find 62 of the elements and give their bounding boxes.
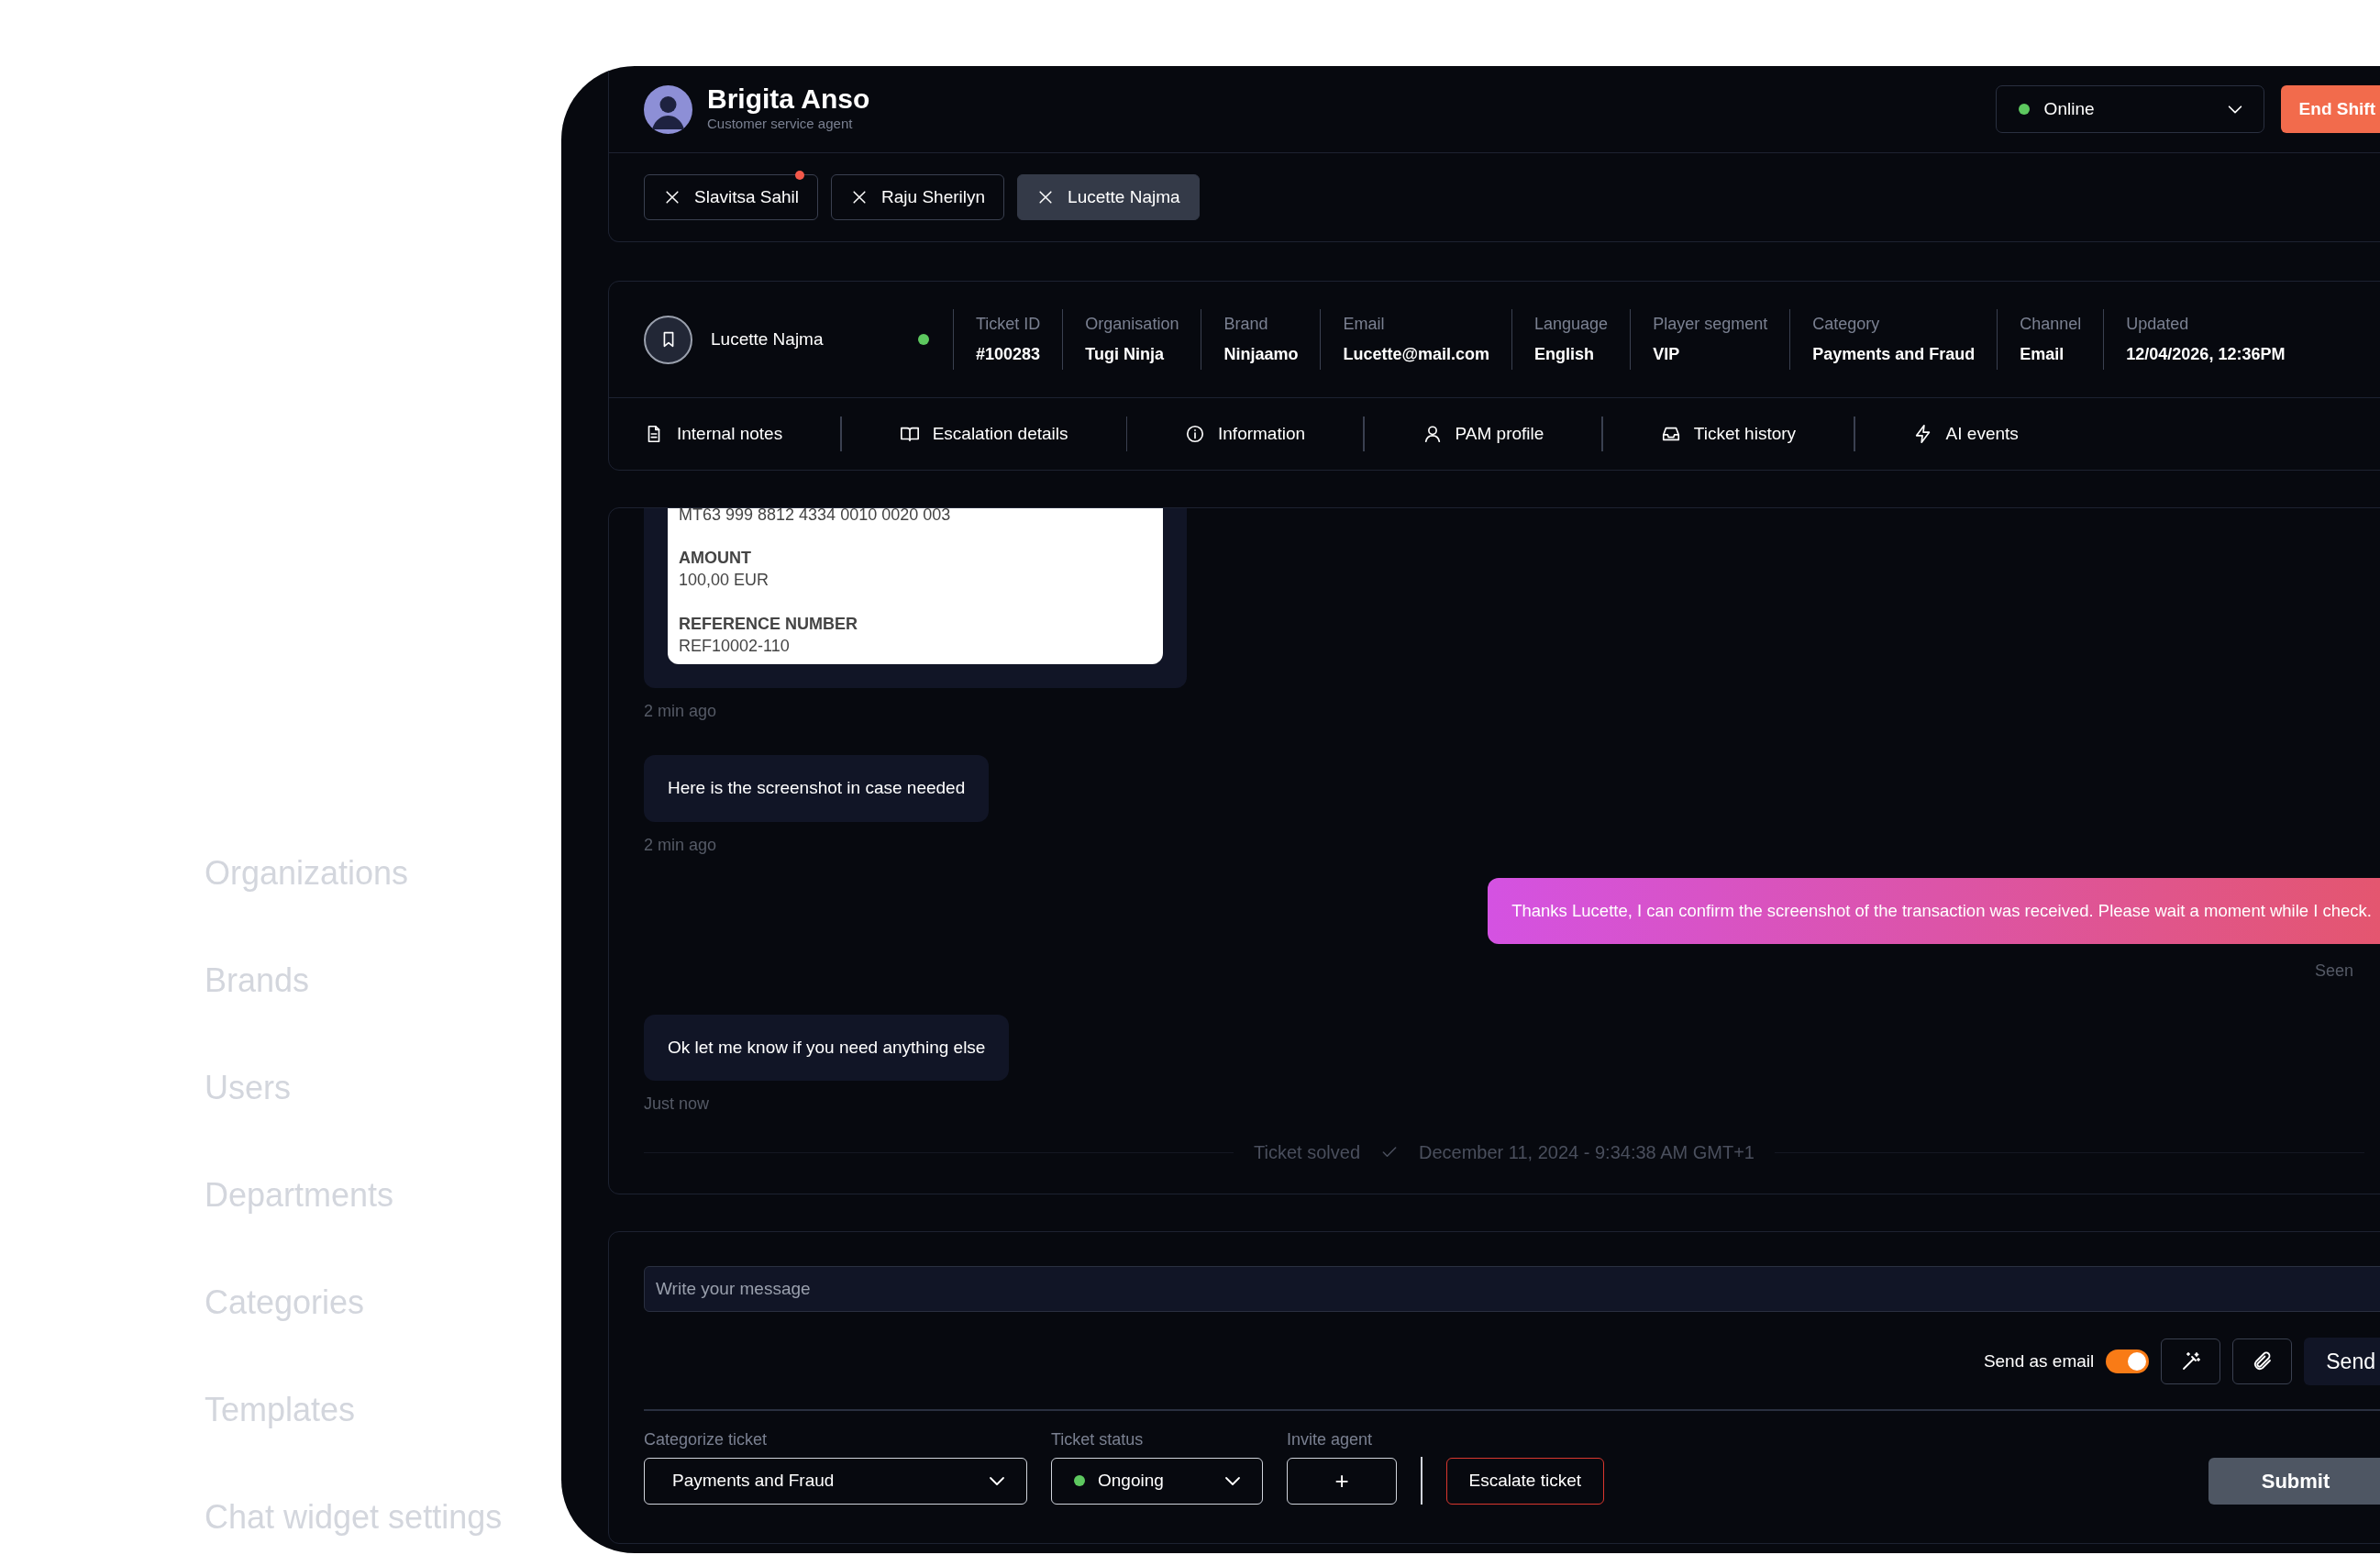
avatar-icon (644, 84, 692, 134)
document-label: AMOUNT (679, 547, 752, 569)
field-label: Ticket ID (976, 314, 1041, 335)
field-label: Invite agent (1287, 1428, 1374, 1450)
message-bubble: Thanks Lucette, I can confirm the screenshot of the transaction was received. Please wait a moment while I check. (1488, 877, 2380, 944)
status-dot (2018, 104, 2030, 115)
attach-button[interactable] (2232, 1338, 2293, 1384)
field-label: Updated (2126, 314, 2190, 335)
message-bubble: Ok let me know if you need anything else (644, 1014, 1010, 1081)
send-as-email-label: Send as email (1983, 1350, 2095, 1372)
section-tab[interactable]: Escalation details (841, 420, 1126, 448)
field-label: Organisation (1085, 314, 1179, 335)
field-label: Email (1343, 314, 1386, 335)
message-time: 2 min ago (644, 834, 718, 856)
agent-role: Customer service agent (707, 115, 854, 134)
field-label: Categorize ticket (644, 1428, 769, 1450)
document-value: 100,00 EUR (679, 570, 770, 592)
field-value: Email (2020, 344, 2065, 365)
section-tab[interactable]: Information (1127, 420, 1364, 448)
field-label: Category (1812, 314, 1881, 335)
field-value: Lucette@mail.com (1343, 344, 1490, 365)
section-tab[interactable]: Internal notes (644, 420, 841, 448)
field-value: Tugi Ninja (1085, 344, 1165, 365)
category-select[interactable]: Payments and Fraud (644, 1457, 1027, 1505)
customer-name: Lucette Najma (711, 328, 824, 350)
send-button[interactable]: Send (2304, 1338, 2380, 1385)
chat-tab[interactable]: Raju Sherilyn (831, 174, 1005, 220)
message-bubble: Here is the screenshot in case needed (644, 755, 990, 822)
message-field[interactable]: Write your message (644, 1266, 2380, 1312)
event-date: December 11, 2024 - 9:34:38 AM GMT+1 (1419, 1141, 1755, 1164)
section-tab[interactable]: Ticket history (1602, 420, 1854, 448)
invite-agent-button[interactable]: + (1287, 1457, 1397, 1505)
status-select[interactable]: Ongoing (1051, 1457, 1263, 1505)
message-time: Just now (644, 1094, 711, 1115)
escalate-button[interactable]: Escalate ticket (1445, 1457, 1604, 1505)
magic-wand-button[interactable] (2161, 1338, 2221, 1384)
field-label: Channel (2020, 314, 2082, 335)
document-value: MT63 999 8812 4334 0010 0020 003 (679, 508, 952, 526)
field-value: 12/04/2026, 12:36PM (2126, 344, 2286, 365)
field-label: Ticket status (1051, 1428, 1145, 1450)
field-value: #100283 (976, 344, 1041, 365)
section-tab[interactable]: AI events (1854, 420, 2076, 448)
document-value: REF10002-110 (679, 635, 791, 657)
status-dot (1074, 1475, 1085, 1486)
info-icon (1185, 424, 1205, 444)
field-value: Payments and Fraud (1812, 344, 1976, 365)
status-dropdown[interactable]: Online (1995, 85, 2264, 133)
message-time: 2 min ago (644, 701, 718, 723)
agent-name: Brigita Anso (707, 83, 870, 115)
seen-status: Seen (2314, 960, 2353, 982)
field-value: Ninjaamo (1223, 344, 1299, 365)
event-label: Ticket solved (1254, 1141, 1360, 1164)
field-value: VIP (1653, 344, 1681, 365)
field-value: English (1534, 344, 1596, 365)
field-label: Language (1534, 314, 1609, 335)
submit-button[interactable]: Submit (2208, 1457, 2380, 1505)
document-label: REFERENCE NUMBER (679, 613, 858, 635)
toggle-switch[interactable] (2106, 1350, 2150, 1373)
chat-tab[interactable]: Lucette Najma (1017, 174, 1200, 220)
field-label: Player segment (1653, 314, 1768, 335)
field-label: Brand (1223, 314, 1269, 335)
section-tab[interactable]: PAM profile (1364, 420, 1602, 448)
